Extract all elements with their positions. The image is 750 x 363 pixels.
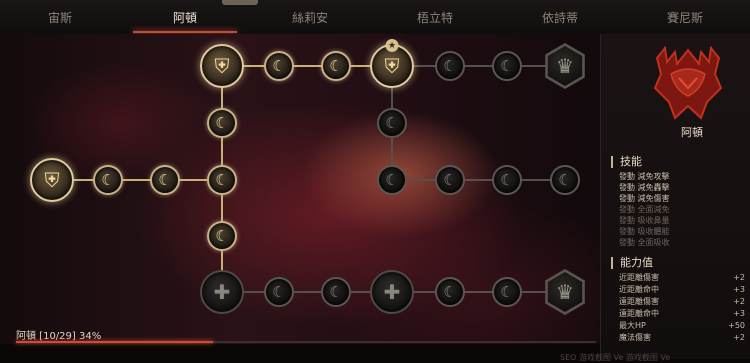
hexagon-crest-icon: ♛ [556, 54, 574, 78]
progress-label: 阿頓 [10/29] 34% [16, 331, 102, 342]
stat-row: 魔法傷害 +2 [619, 332, 745, 343]
stat-value: +2 [733, 297, 745, 306]
crescent-moon-icon: ☾ [158, 170, 172, 189]
wolf-crest-icon: ⛨ [214, 54, 230, 78]
crescent-moon-icon: ☾ [443, 170, 457, 189]
stat-value: +3 [733, 309, 745, 318]
stat-label: 魔法傷害 [619, 333, 651, 342]
skill-node[interactable]: ☾ [207, 221, 237, 251]
crescent-moon-icon: ☾ [272, 282, 286, 301]
crescent-moon-icon: ☾ [500, 170, 514, 189]
skill-node-root[interactable]: ⛨ [30, 158, 74, 202]
crescent-moon-icon: ☾ [272, 56, 286, 75]
cross-shield-icon: ✚ [383, 280, 401, 304]
skill-node-major-locked[interactable]: ✚ [200, 270, 244, 314]
skills-section-title: 技能 [611, 156, 642, 168]
skill-node-locked[interactable]: ☾ [435, 51, 465, 81]
skill-entry: 發動 減免傷害 [619, 194, 670, 203]
progress-bar-fill [16, 341, 214, 343]
crescent-moon-icon: ☾ [558, 170, 572, 189]
shield-emblem-icon: ⛨ [44, 168, 60, 192]
stat-value: +2 [733, 333, 745, 342]
cross-shield-icon: ✚ [213, 280, 231, 304]
stat-row: 近距離命中 +3 [619, 284, 745, 295]
character-tab-bar: 宙斯 阿頓 絲莉安 梧立特 依詩蒂 賽尼斯 [0, 0, 750, 35]
skill-node-major[interactable]: ⛨ [200, 44, 244, 88]
skill-entry: 發動 減免攻擊 [619, 172, 670, 181]
bottom-caption: SEO 游戏截图 Ve 游戏截图 Ve [560, 353, 671, 362]
progress-bar [16, 341, 596, 343]
skill-node-locked[interactable]: ☾ [435, 165, 465, 195]
skill-node[interactable]: ☾ [150, 165, 180, 195]
skill-entry: 發動 減免轟擊 [619, 183, 670, 192]
stat-row: 最大HP +50 [619, 320, 745, 331]
skill-node[interactable]: ☾ [207, 165, 237, 195]
skill-node[interactable]: ☾ [264, 51, 294, 81]
stat-value: +50 [728, 321, 745, 330]
crescent-moon-icon: ☾ [215, 226, 229, 245]
stat-value: +2 [733, 273, 745, 282]
star-icon: ★ [385, 39, 399, 52]
skill-entry-locked: 發動 全面吸收 [619, 238, 670, 247]
stat-label: 遠距離傷害 [619, 297, 659, 306]
skill-node[interactable]: ☾ [93, 165, 123, 195]
skill-node-locked[interactable]: ☾ [492, 277, 522, 307]
skill-tree-panel: ⛨ ☾ ☾ ☾ ☾ ☾ ⛨ ☾ ☾ ⛨ ★ ☾ ☾ ♛ ☾ ☾ ☾ ☾ ☾ ✚ … [0, 34, 600, 344]
character-name: 阿頓 [681, 126, 703, 139]
crescent-moon-icon: ☾ [443, 56, 457, 75]
skill-node[interactable]: ☾ [207, 108, 237, 138]
skill-node-locked[interactable]: ☾ [435, 277, 465, 307]
stat-label: 近距離命中 [619, 285, 659, 294]
skill-entry-locked: 發動 全面減免 [619, 205, 670, 214]
tab-aton[interactable]: 阿頓 [125, 0, 245, 34]
crescent-moon-icon: ☾ [385, 170, 399, 189]
stat-value: +3 [733, 285, 745, 294]
skill-node-locked[interactable]: ☾ [321, 277, 351, 307]
tab-sainisi[interactable]: 賽尼斯 [625, 0, 745, 34]
skill-node-locked[interactable]: ☾ [492, 165, 522, 195]
skill-node-locked[interactable]: ☾ [492, 51, 522, 81]
stats-section-title: 能力值 [611, 257, 653, 269]
tab-wulite[interactable]: 梧立特 [375, 0, 495, 34]
crescent-moon-icon: ☾ [443, 282, 457, 301]
stat-row: 遠距離傷害 +2 [619, 296, 745, 307]
crescent-moon-icon: ☾ [329, 56, 343, 75]
tab-silian[interactable]: 絲莉安 [250, 0, 370, 34]
stat-label: 遠距離命中 [619, 309, 659, 318]
skill-node[interactable]: ☾ [321, 51, 351, 81]
skill-node-locked[interactable]: ☾ [377, 108, 407, 138]
crescent-moon-icon: ☾ [329, 282, 343, 301]
skill-node-major-starred[interactable]: ⛨ ★ [370, 39, 414, 88]
crescent-moon-icon: ☾ [500, 282, 514, 301]
hexagon-crest-icon: ♛ [556, 280, 574, 304]
wolf-crest-icon: ⛨ [384, 54, 400, 78]
stat-row: 遠距離命中 +3 [619, 308, 745, 319]
crescent-moon-icon: ☾ [385, 113, 399, 132]
skill-node-locked[interactable]: ☾ [377, 165, 407, 195]
crescent-moon-icon: ☾ [215, 170, 229, 189]
character-emblem-icon [653, 45, 723, 120]
skill-entry-locked: 發動 吸收鼻量 [619, 216, 670, 225]
crescent-moon-icon: ☾ [500, 56, 514, 75]
skill-entry-locked: 發動 吸收體能 [619, 227, 670, 236]
stat-label: 近距離傷害 [619, 273, 659, 282]
stat-label: 最大HP [619, 321, 646, 330]
tab-yishidi[interactable]: 依詩蒂 [500, 0, 620, 34]
skill-node-major-locked[interactable]: ✚ [370, 270, 414, 314]
skill-node-locked[interactable]: ☾ [550, 165, 580, 195]
stat-row: 近距離傷害 +2 [619, 272, 745, 283]
crescent-moon-icon: ☾ [215, 113, 229, 132]
skill-node-locked[interactable]: ☾ [264, 277, 294, 307]
tab-zeus[interactable]: 宙斯 [0, 0, 120, 34]
crescent-moon-icon: ☾ [101, 170, 115, 189]
